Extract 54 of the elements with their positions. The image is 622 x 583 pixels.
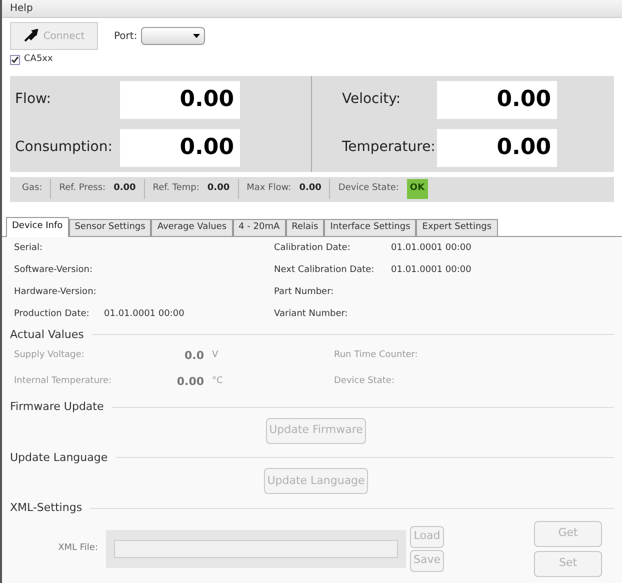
value-reading: 0.0 [184, 348, 204, 364]
section-title: Actual Values [10, 326, 84, 342]
section-title: Update Language [10, 450, 108, 466]
info-label: Variant Number: [274, 308, 349, 321]
value-unit: V [211, 349, 220, 362]
reading-value: 0.00 [120, 80, 240, 118]
value-label: Run Time Counter: [334, 349, 418, 362]
reading-label: Flow: [15, 90, 52, 109]
reading-label: Temperature: [342, 138, 436, 157]
status-value: 0.00 [207, 182, 230, 196]
section-title: XML-Settings [10, 500, 82, 516]
status-label: Max Flow: [246, 182, 292, 196]
info-value: 01.01.0001 00:00 [391, 264, 472, 277]
caret-icon [193, 34, 200, 38]
state-badge: OK [406, 179, 428, 199]
info-label: Next Calibration Date: [274, 264, 376, 277]
info-label: Production Date: [14, 308, 90, 321]
info-label: Calibration Date: [274, 242, 352, 255]
value-unit: °C [211, 375, 224, 388]
model-label: CA5xx [24, 53, 53, 66]
port-dropdown[interactable] [141, 27, 206, 45]
reading-value: 0.00 [437, 128, 557, 166]
info-label: Serial: [14, 242, 44, 255]
status-label: Ref. Press: [59, 182, 106, 196]
tab[interactable]: Average Values [151, 218, 233, 236]
status-value: 0.00 [114, 182, 136, 196]
reading-label: Velocity: [342, 90, 402, 109]
status-value: 0.00 [299, 182, 322, 196]
tab[interactable]: Sensor Settings [68, 218, 152, 236]
info-value: 01.01.0001 00:00 [391, 242, 472, 255]
model-checkbox[interactable] [10, 54, 20, 65]
tab[interactable]: Expert Settings [416, 218, 498, 236]
xml-file-label: XML File: [57, 542, 99, 555]
info-label: Software-Version: [14, 264, 94, 277]
value-label: Supply Voltage: [14, 349, 86, 362]
value-reading: 0.00 [176, 374, 204, 390]
tab[interactable]: Interface Settings [324, 218, 416, 236]
status-label: Gas: [22, 182, 42, 196]
section-title: Firmware Update [10, 399, 104, 415]
tab[interactable]: Device Info [6, 216, 69, 236]
info-value: 01.01.0001 00:00 [104, 308, 184, 321]
reading-value: 0.00 [437, 80, 557, 118]
info-label: Part Number: [274, 286, 335, 299]
tab[interactable]: 4 - 20mA [232, 218, 286, 236]
port-label: Port: [114, 30, 138, 44]
value-label: Device State: [334, 375, 394, 388]
reading-value: 0.00 [120, 128, 240, 166]
value-label: Internal Temperature: [14, 375, 113, 388]
status-label: Device State: [338, 182, 399, 196]
tab[interactable]: Relais [286, 218, 324, 236]
status-label: Ref. Temp: [152, 182, 200, 196]
menu-item[interactable]: Help [10, 1, 33, 16]
reading-label: Consumption: [15, 138, 114, 157]
info-label: Hardware-Version: [14, 286, 98, 299]
